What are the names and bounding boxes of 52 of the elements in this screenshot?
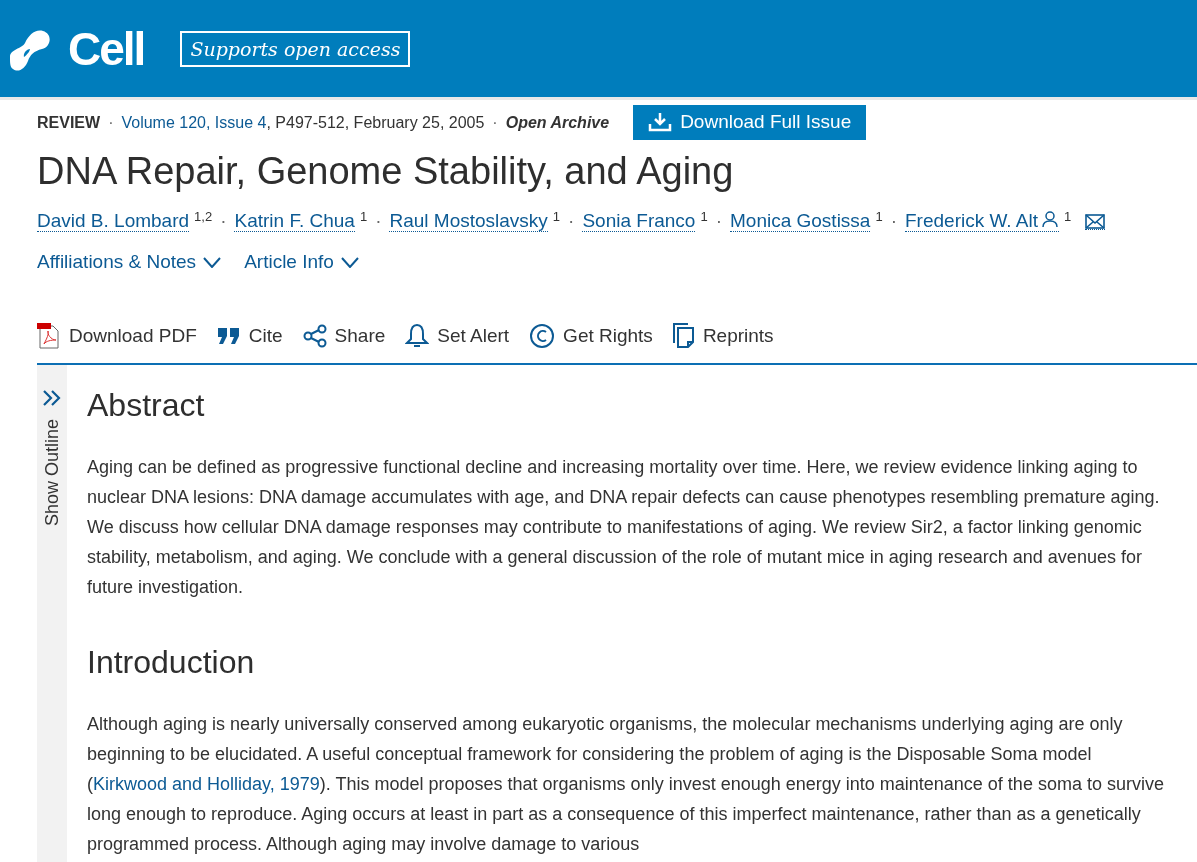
author-link[interactable]: Sonia Franco xyxy=(582,210,696,232)
toolbar-button[interactable]: Cite xyxy=(216,323,283,349)
email-link[interactable] xyxy=(1084,214,1105,230)
separator-dot: · xyxy=(492,113,498,132)
expand-toggle[interactable]: Article Info xyxy=(244,251,360,273)
download-icon xyxy=(648,112,673,132)
affiliation-mark: 1 xyxy=(359,209,368,224)
paragraph: Aging can be defined as progressive functional decline and increasing mortality over time. Here, we review evidence linking aging to nuclear DNA lesions: DNA damage accumulates with age, and DNA repair defects can cause phenotypes resembling premature aging. We discuss how cellular DNA damage responses may contribute to manifestations of aging. We review Sir2, a factor linking genomic stability, metabolism, and aging. We conclude with a general discussion of the role of mutant mice in aging research and avenues for future investigation. xyxy=(87,456,1161,599)
separator-dot: · xyxy=(715,210,722,231)
toolbar-button[interactable]: Get Rights xyxy=(529,323,653,349)
share-icon xyxy=(302,324,327,348)
section-heading: Introduction xyxy=(87,644,256,681)
bell-icon xyxy=(405,323,430,349)
toolbar-button[interactable]: Share xyxy=(302,323,386,349)
download-issue-button[interactable]: Download Full Issue xyxy=(633,105,867,140)
pdf-file-icon xyxy=(37,323,61,349)
document-icon xyxy=(672,323,695,349)
expand-toggle[interactable]: Affiliations & Notes xyxy=(37,251,223,273)
brand-name[interactable]: Cell xyxy=(68,21,145,76)
separator-dot: · xyxy=(108,113,114,132)
copyright-icon xyxy=(529,323,556,349)
separator-dot: · xyxy=(890,210,897,231)
author-link[interactable]: David B. Lombard xyxy=(37,210,190,232)
paragraph: Although aging is nearly universally conserved among eukaryotic organisms, the molecular mechanisms underlying aging are only beginning to be elucidated. A useful conceptual framework for considering the problem of aging is the Disposable Soma model (Kirkwood and Holliday, 1979). This model proposes that organisms only invest enough energy into maintenance of the soma to survive long enough to reproduce. Aging occurs at least in part as a consequence of this imperfect maintenance, rather than as a genetically programmed process. Although aging may involve damage to various xyxy=(87,713,1165,856)
issue-link[interactable]: Volume 120, Issue 4 xyxy=(121,113,267,132)
citation-link[interactable]: Kirkwood and Holliday, 1979 xyxy=(93,774,320,794)
article-title: DNA Repair, Genome Stability, and Aging xyxy=(37,150,735,193)
access-label: Open Archive xyxy=(505,113,610,132)
author-link[interactable]: Monica Gostissa xyxy=(730,210,871,232)
separator-dot: · xyxy=(568,210,575,231)
author-link[interactable]: Frederick W. Alt xyxy=(905,210,1060,232)
affiliation-mark: 1,2 xyxy=(194,209,213,224)
toolbar-button[interactable]: Reprints xyxy=(672,323,774,349)
separator-dot: · xyxy=(220,210,227,231)
separator-dot: · xyxy=(375,210,382,231)
affiliation-mark: 1 xyxy=(1064,209,1072,224)
double-chevron-icon xyxy=(42,389,62,407)
envelope-icon xyxy=(1084,214,1105,229)
author-link[interactable]: Katrin F. Chua xyxy=(234,210,355,232)
article-type: REVIEW xyxy=(37,113,101,132)
author-link[interactable]: Raul Mostoslavsky xyxy=(389,210,548,232)
pages-date: , P497-512, February 25, 2005 xyxy=(266,113,485,132)
open-access-badge: Supports open access xyxy=(180,30,411,67)
person-icon xyxy=(1041,210,1060,228)
section-heading: Abstract xyxy=(87,387,206,424)
affiliation-mark: 1 xyxy=(875,209,883,224)
outline-toggle[interactable]: Show Outline xyxy=(37,365,67,862)
quote-icon xyxy=(216,326,241,346)
affiliation-mark: 1 xyxy=(552,209,561,224)
toolbar-button[interactable]: Set Alert xyxy=(405,323,510,349)
affiliation-mark: 1 xyxy=(700,209,708,224)
toolbar-button[interactable]: Download PDF xyxy=(37,323,197,349)
